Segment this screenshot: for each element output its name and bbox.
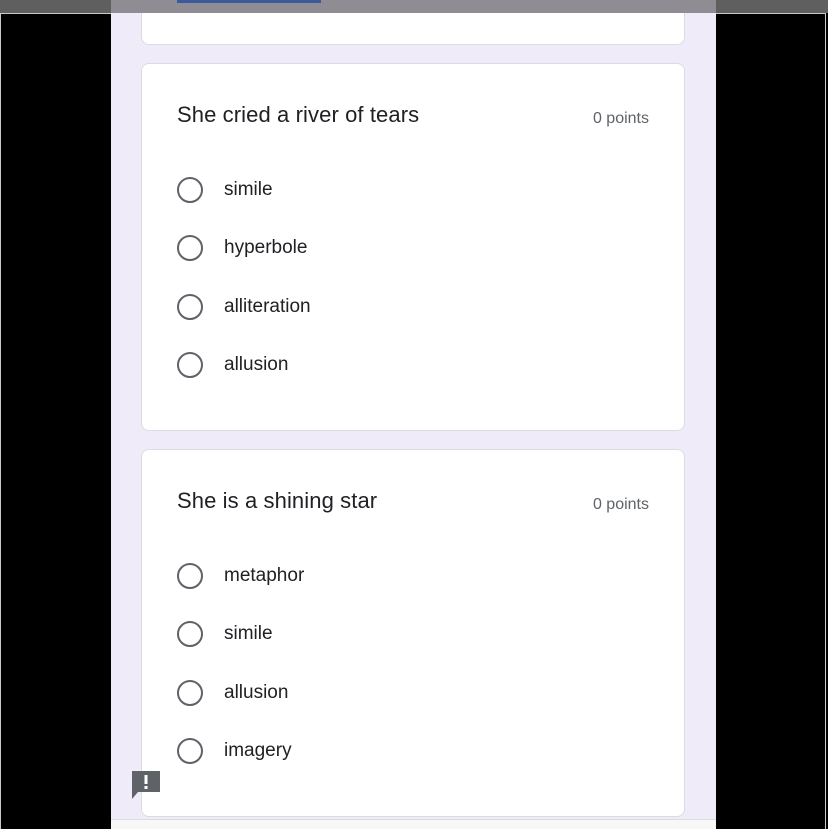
option-label: simile — [224, 179, 273, 200]
option-hyperbole[interactable]: hyperbole — [177, 232, 307, 264]
option-label: imagery — [224, 740, 292, 761]
radio-button[interactable] — [177, 235, 203, 261]
option-label: hyperbole — [224, 237, 308, 258]
radio-button[interactable] — [177, 177, 203, 203]
option-metaphor[interactable]: metaphor — [177, 560, 304, 592]
option-simile[interactable]: simile — [177, 618, 273, 650]
option-simile[interactable]: simile — [177, 174, 273, 206]
option-allusion[interactable]: allusion — [177, 677, 288, 709]
report-feedback-icon[interactable] — [131, 769, 161, 801]
radio-button[interactable] — [177, 563, 203, 589]
question-title: She is a shining star — [177, 488, 378, 513]
top-link-underline[interactable] — [177, 0, 321, 3]
bottom-bar — [111, 819, 716, 829]
question-card-2: She is a shining star 0 points metaphor … — [141, 449, 685, 817]
option-label: simile — [224, 623, 273, 644]
question-title: She cried a river of tears — [177, 102, 420, 127]
question-points: 0 points — [592, 110, 649, 127]
radio-button[interactable] — [177, 680, 203, 706]
radio-button[interactable] — [177, 352, 203, 378]
question-points: 0 points — [592, 496, 649, 513]
option-allusion[interactable]: allusion — [177, 349, 288, 381]
radio-button[interactable] — [177, 621, 203, 647]
radio-button[interactable] — [177, 738, 203, 764]
option-alliteration[interactable]: alliteration — [177, 291, 311, 323]
option-label: alliteration — [224, 296, 311, 317]
option-label: allusion — [224, 682, 289, 703]
option-label: metaphor — [224, 565, 305, 586]
form-page[interactable]: She cried a river of tears 0 points simi… — [111, 0, 716, 829]
option-imagery[interactable]: imagery — [177, 735, 292, 767]
option-label: allusion — [224, 354, 289, 375]
question-card-1: She cried a river of tears 0 points simi… — [141, 63, 685, 431]
radio-button[interactable] — [177, 294, 203, 320]
